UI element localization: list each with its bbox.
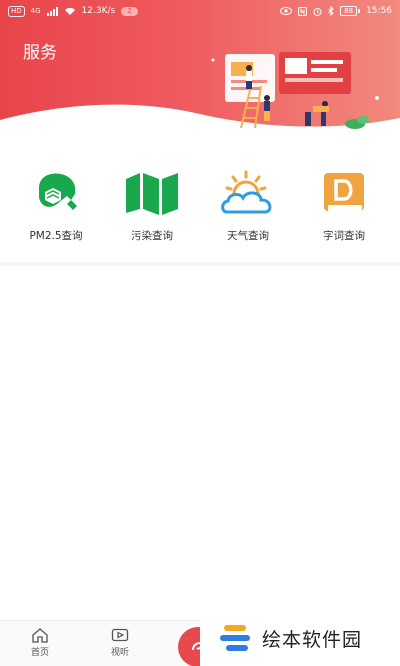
service-label: 字词查询 bbox=[323, 230, 365, 242]
video-icon bbox=[111, 628, 129, 642]
watermark: 绘本软件园 bbox=[200, 610, 400, 666]
nav-home-label: 首页 bbox=[30, 648, 49, 658]
clock: 15:56 bbox=[366, 6, 392, 16]
notification-badge: 2 bbox=[121, 6, 138, 16]
battery-level: 88 bbox=[340, 6, 358, 16]
hd-indicator: HD bbox=[8, 5, 25, 17]
nav-home[interactable]: 首页 bbox=[20, 627, 60, 658]
network-type: 4G bbox=[30, 7, 41, 15]
alarm-icon bbox=[313, 7, 322, 16]
network-speed: 12.3K/s bbox=[81, 6, 116, 16]
bluetooth-icon bbox=[328, 6, 334, 16]
service-dictionary[interactable]: 字词查询 bbox=[299, 168, 389, 260]
watermark-logo-icon bbox=[220, 625, 250, 651]
weather-icon bbox=[219, 168, 277, 218]
mask-icon bbox=[27, 168, 85, 218]
service-label: 天气查询 bbox=[227, 230, 269, 242]
map-icon bbox=[123, 168, 181, 218]
watermark-text: 绘本软件园 bbox=[262, 628, 363, 651]
signal-icon bbox=[46, 6, 58, 16]
page-title: 服务 bbox=[23, 43, 57, 63]
service-label: PM2.5查询 bbox=[29, 230, 83, 242]
services-grid: PM2.5查询 污染查询 天气查询 字词查询 bbox=[0, 168, 400, 260]
wifi-icon bbox=[64, 7, 75, 15]
banner-illustration bbox=[211, 52, 379, 129]
battery-icon: 88 bbox=[340, 6, 361, 16]
eye-icon bbox=[280, 7, 293, 15]
service-label: 污染查询 bbox=[131, 230, 173, 242]
nav-video-label: 视听 bbox=[110, 648, 129, 658]
service-pm25[interactable]: PM2.5查询 bbox=[11, 168, 101, 260]
service-weather[interactable]: 天气查询 bbox=[203, 168, 293, 260]
service-pollution[interactable]: 污染查询 bbox=[107, 168, 197, 260]
status-bar: HD 4G 12.3K/s 2 88 15:56 bbox=[0, 0, 400, 22]
nfc-icon bbox=[298, 6, 308, 16]
home-icon bbox=[32, 628, 48, 643]
dictionary-icon bbox=[315, 168, 373, 218]
nav-video[interactable]: 视听 bbox=[100, 627, 140, 658]
section-divider bbox=[0, 262, 400, 266]
